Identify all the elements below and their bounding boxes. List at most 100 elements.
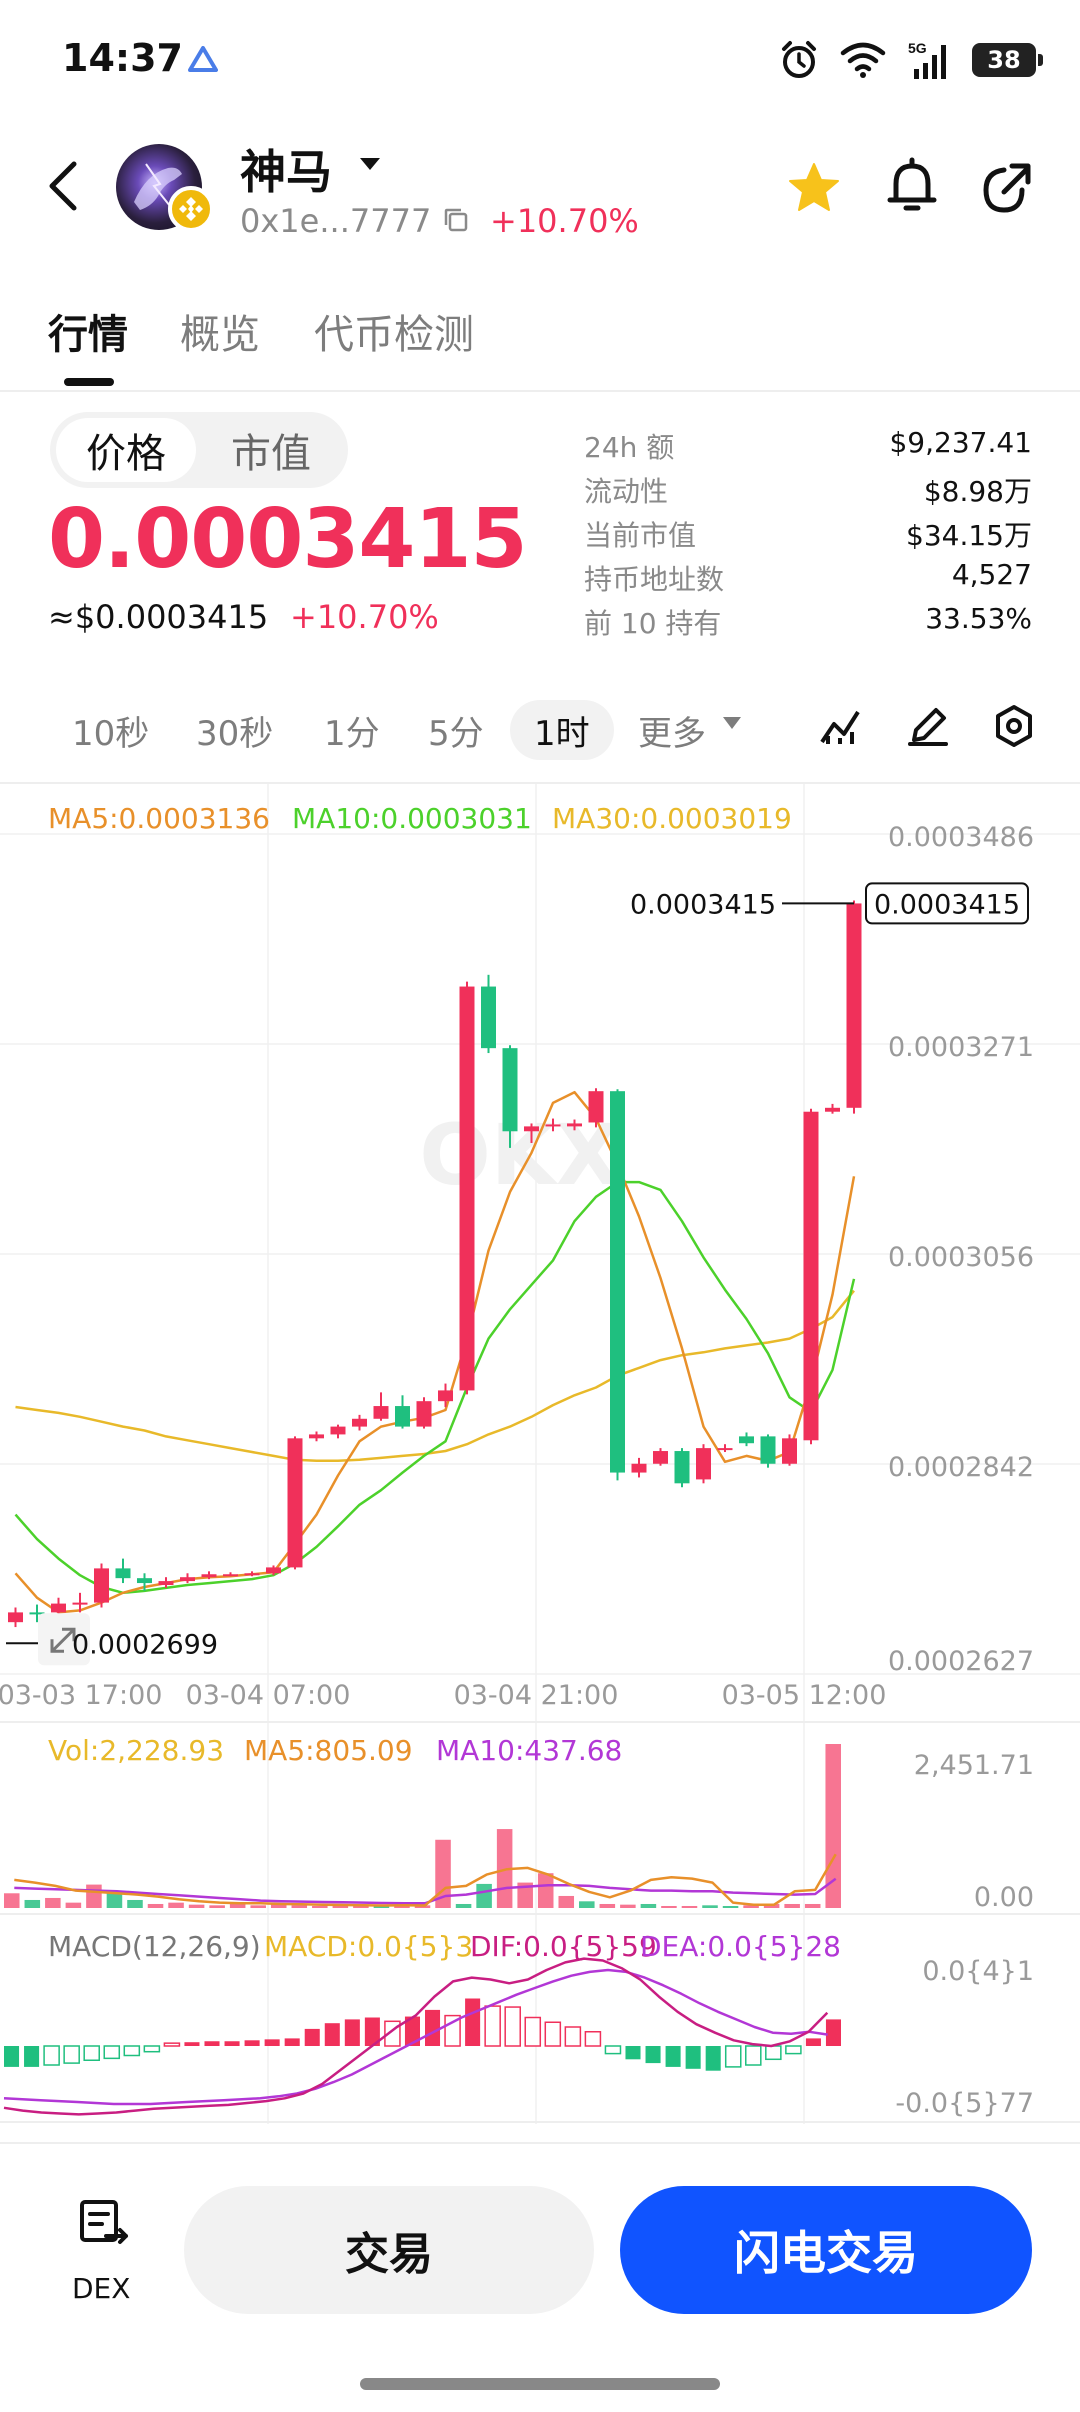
candle-body (201, 1574, 217, 1578)
vol-legend: Vol:2,228.93 (48, 1734, 224, 1767)
price-change: +10.70% (290, 598, 439, 636)
vol-ma10-legend: MA10:437.68 (436, 1734, 622, 1767)
interval-10s[interactable]: 10秒 (72, 700, 149, 760)
macd-hist-bar (284, 2038, 300, 2046)
candle-body (459, 986, 475, 1391)
more-chevron-down-icon[interactable] (722, 716, 742, 730)
volume-bar (312, 1905, 328, 1908)
candle-body (653, 1451, 668, 1464)
current-price: 0.0003415 (48, 492, 528, 587)
macd-hist-bar (224, 2041, 240, 2046)
price-tick-label: 0.0003056 (888, 1242, 1034, 1273)
indicator-icon[interactable] (818, 704, 862, 748)
volume-bar (784, 1903, 800, 1908)
back-button[interactable] (40, 158, 86, 214)
volume-bar (455, 1903, 472, 1908)
battery-level: 38 (987, 46, 1021, 74)
volume-bar (168, 1902, 184, 1908)
settings-icon[interactable] (992, 704, 1036, 748)
volume-bar (537, 1873, 554, 1908)
home-indicator[interactable] (360, 2378, 720, 2390)
candle-body (717, 1448, 733, 1451)
token-name[interactable]: 神马 (240, 136, 332, 202)
volume-bar (250, 1905, 266, 1908)
candle-body (352, 1418, 367, 1427)
interval-1h[interactable]: 1时 (510, 700, 614, 760)
kline-chart[interactable]: OKX MA5:0.0003136 MA10:0.0003031 MA30:0.00… (0, 784, 1080, 2134)
tab-overview[interactable]: 概览 (180, 302, 260, 360)
macd-hist-bar (544, 2021, 562, 2047)
toggle-price[interactable]: 价格 (56, 418, 196, 482)
candle-body (94, 1568, 109, 1603)
macd-panel: MACD(12,26,9) MACD:0.0{5}3DIF:0.0{5}59DEA… (3, 1930, 1034, 2119)
candle-body (502, 1048, 518, 1132)
macd-hist-bar (564, 2026, 582, 2047)
candle-body (524, 1126, 539, 1132)
volume-bar (291, 1905, 308, 1908)
macd-hist-bar (244, 2040, 260, 2046)
interval-1m[interactable]: 1分 (324, 700, 380, 760)
interval-more[interactable]: 更多 (638, 700, 706, 760)
macd-hist-bar (63, 2045, 80, 2064)
macd-hist-bar (264, 2039, 280, 2046)
macd-tick-label: 0.0{4}1 (922, 1956, 1034, 1987)
candle-body (481, 986, 496, 1049)
bottom-divider (0, 2142, 1080, 2144)
candle-body (137, 1578, 152, 1584)
macd-hist-bar (665, 2046, 681, 2067)
stat-label-holders: 持币地址数 (584, 563, 725, 596)
candle-body (825, 1107, 840, 1112)
vol-ma5-legend: MA5:805.09 (244, 1734, 413, 1767)
flash-trade-button[interactable]: 闪电交易 (620, 2186, 1032, 2314)
tab-market[interactable]: 行情 (48, 302, 128, 360)
interval-5m[interactable]: 5分 (428, 700, 484, 760)
candle-body (244, 1573, 260, 1576)
price-tick-label: 0.0002627 (888, 1646, 1034, 1677)
macd-hist-bar (304, 2028, 320, 2046)
favorite-star-icon[interactable] (786, 160, 842, 216)
share-icon[interactable] (978, 160, 1034, 216)
signal-5g-icon: 5G (908, 40, 946, 79)
macd-hist-bar (103, 2045, 121, 2060)
ma-legend-item: MA30:0.0003019 (552, 802, 792, 835)
volume-bar (722, 1905, 739, 1908)
macd-hist-bar (184, 2042, 200, 2046)
stat-value-liquidity: $8.98万 (923, 475, 1032, 508)
macd-hist-bar (685, 2046, 701, 2069)
candle-body (610, 1091, 625, 1473)
ma-legend: MA5:0.0003136 MA10:0.0003031 MA30:0.000301… (48, 802, 792, 835)
vol-tick-label: 2,451.71 (914, 1750, 1034, 1781)
macd-hist-bar (43, 2045, 60, 2066)
candle-body (631, 1463, 647, 1473)
candle-body (72, 1602, 88, 1605)
chevron-down-icon[interactable] (358, 156, 382, 172)
macd-hist-bar (825, 2019, 841, 2046)
volume-bar (599, 1903, 616, 1908)
draw-pencil-icon[interactable] (906, 704, 950, 748)
trade-button[interactable]: 交易 (184, 2186, 594, 2314)
macd-hist-bar (805, 2038, 821, 2046)
volume-bar (229, 1903, 246, 1908)
battery-indicator: 38 (972, 43, 1043, 77)
macd-hist-bar (24, 2046, 40, 2067)
tab-token-check[interactable]: 代币检测 (314, 302, 474, 360)
dex-label[interactable]: DEX (72, 2272, 130, 2305)
bell-icon[interactable] (884, 156, 940, 216)
status-icons: 5G 38 (778, 38, 1043, 82)
low-price-label: 0.0002699 (72, 1629, 218, 1660)
interval-30s[interactable]: 30秒 (196, 700, 273, 760)
macd-hist-bar (584, 2031, 602, 2047)
price-tick-label: 0.0003486 (888, 822, 1034, 853)
macd-hist-bar (724, 2045, 742, 2068)
status-time: 14:37 (62, 36, 183, 80)
ma30-line (15, 1289, 855, 1463)
dex-icon[interactable] (76, 2196, 130, 2250)
macd-hist-bar (765, 2045, 782, 2061)
macd-hist-bar (524, 2016, 542, 2047)
time-tick-label: 03-05 12:00 (722, 1680, 887, 1711)
tab-active-indicator (64, 378, 114, 386)
network-label: 5G (908, 40, 927, 56)
copy-icon[interactable] (442, 206, 470, 234)
toggle-market-cap[interactable]: 市值 (200, 418, 342, 482)
price-tick-label: 0.0003271 (888, 1032, 1034, 1063)
